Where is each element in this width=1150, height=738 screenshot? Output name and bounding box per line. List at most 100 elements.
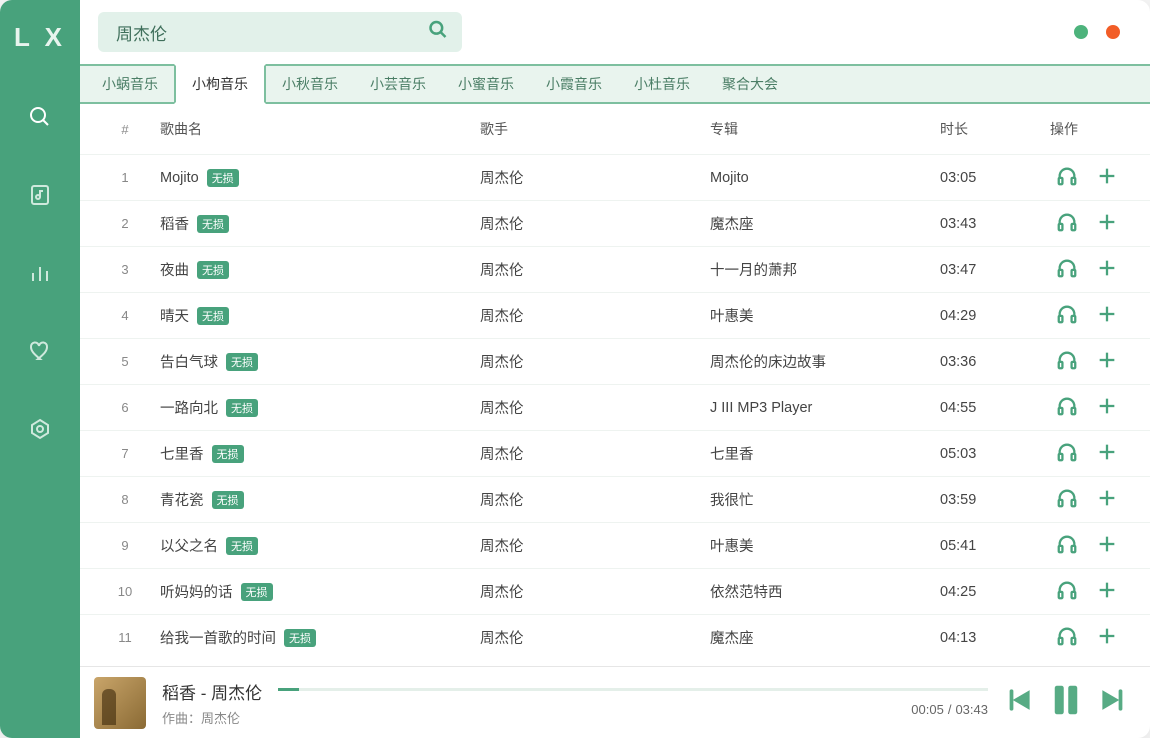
song-album: 七里香 [710,443,940,464]
add-button[interactable] [1096,165,1118,191]
listen-button[interactable] [1056,395,1078,421]
song-name: 青花瓷无损 [160,489,480,510]
row-ops [1050,211,1150,237]
progress-area[interactable]: 00:05/03:43 [278,683,988,723]
song-album: 叶惠美 [710,305,940,326]
table-row[interactable]: 2稻香无损周杰伦魔杰座03:43 [80,200,1150,246]
table-row[interactable]: 4晴天无损周杰伦叶惠美04:29 [80,292,1150,338]
lossless-badge: 无损 [197,261,229,279]
tab-7[interactable]: 聚合大会 [706,64,794,102]
add-button[interactable] [1096,487,1118,513]
close-button[interactable] [1106,25,1120,39]
nav-playlist[interactable] [16,171,64,219]
progress-track[interactable] [278,688,988,691]
song-artist: 周杰伦 [480,213,710,234]
row-index: 5 [90,354,160,369]
add-button[interactable] [1096,349,1118,375]
search-button[interactable] [428,20,448,45]
tab-5[interactable]: 小霞音乐 [530,64,618,102]
add-button[interactable] [1096,579,1118,605]
song-album: 十一月的萧邦 [710,259,940,280]
row-index: 9 [90,538,160,553]
add-button[interactable] [1096,303,1118,329]
search-input[interactable] [98,12,462,52]
lossless-badge: 无损 [212,445,244,463]
song-artist: 周杰伦 [480,305,710,326]
nav-settings[interactable] [16,405,64,453]
listen-button[interactable] [1056,487,1078,513]
song-name: 夜曲无损 [160,259,480,280]
song-artist: 周杰伦 [480,167,710,188]
next-button[interactable] [1098,685,1128,720]
song-artist: 周杰伦 [480,627,710,648]
song-duration: 03:43 [940,216,1050,232]
tab-0[interactable]: 小蜗音乐 [86,64,174,102]
song-name: 以父之名无损 [160,535,480,556]
table-row[interactable]: 10听妈妈的话无损周杰伦依然范特西04:25 [80,568,1150,614]
table-row[interactable]: 1Mojito无损周杰伦Mojito03:05 [80,154,1150,200]
table-row[interactable]: 11给我一首歌的时间无损周杰伦魔杰座04:13 [80,614,1150,660]
song-duration: 03:36 [940,354,1050,370]
listen-button[interactable] [1056,165,1078,191]
add-button[interactable] [1096,441,1118,467]
col-duration: 时长 [940,119,1050,139]
table-row[interactable]: 5告白气球无损周杰伦周杰伦的床边故事03:36 [80,338,1150,384]
song-name: 给我一首歌的时间无损 [160,627,480,648]
row-index: 11 [90,630,160,645]
song-duration: 04:55 [940,400,1050,416]
song-album: 魔杰座 [710,627,940,648]
song-duration: 03:47 [940,262,1050,278]
add-button[interactable] [1096,395,1118,421]
song-artist: 周杰伦 [480,489,710,510]
add-button[interactable] [1096,257,1118,283]
song-album: 周杰伦的床边故事 [710,351,940,372]
table-row[interactable]: 7七里香无损周杰伦七里香05:03 [80,430,1150,476]
tab-4[interactable]: 小蜜音乐 [442,64,530,102]
next-icon [1098,685,1128,715]
row-ops [1050,349,1150,375]
minimize-button[interactable] [1074,25,1088,39]
listen-button[interactable] [1056,257,1078,283]
lossless-badge: 无损 [226,537,258,555]
add-button[interactable] [1096,211,1118,237]
row-index: 7 [90,446,160,461]
pause-button[interactable] [1048,682,1084,723]
search-icon [28,105,52,129]
table-row[interactable]: 3夜曲无损周杰伦十一月的萧邦03:47 [80,246,1150,292]
listen-button[interactable] [1056,625,1078,651]
listen-button[interactable] [1056,211,1078,237]
chart-icon [28,261,52,285]
lossless-badge: 无损 [207,169,239,187]
tab-3[interactable]: 小芸音乐 [354,64,442,102]
time-total: 03:43 [955,702,988,717]
nav-charts[interactable] [16,249,64,297]
listen-button[interactable] [1056,441,1078,467]
row-ops [1050,533,1150,559]
listen-button[interactable] [1056,579,1078,605]
listen-button[interactable] [1056,349,1078,375]
song-album: 依然范特西 [710,581,940,602]
add-button[interactable] [1096,533,1118,559]
song-name: 听妈妈的话无损 [160,581,480,602]
search-icon [428,20,448,40]
prev-button[interactable] [1004,685,1034,720]
row-index: 10 [90,584,160,599]
row-ops [1050,487,1150,513]
table-row[interactable]: 9以父之名无损周杰伦叶惠美05:41 [80,522,1150,568]
song-duration: 05:03 [940,446,1050,462]
song-album: Mojito [710,170,940,186]
song-artist: 周杰伦 [480,259,710,280]
row-ops [1050,165,1150,191]
tab-2[interactable]: 小秋音乐 [266,64,354,102]
add-button[interactable] [1096,625,1118,651]
nav-favorites[interactable] [16,327,64,375]
nav-search[interactable] [16,93,64,141]
tab-1[interactable]: 小枸音乐 [174,64,266,104]
tab-6[interactable]: 小杜音乐 [618,64,706,102]
table-row[interactable]: 6一路向北无损周杰伦J III MP3 Player04:55 [80,384,1150,430]
listen-button[interactable] [1056,303,1078,329]
table-row[interactable]: 8青花瓷无损周杰伦我很忙03:59 [80,476,1150,522]
listen-button[interactable] [1056,533,1078,559]
row-index: 3 [90,262,160,277]
album-cover[interactable] [94,677,146,729]
